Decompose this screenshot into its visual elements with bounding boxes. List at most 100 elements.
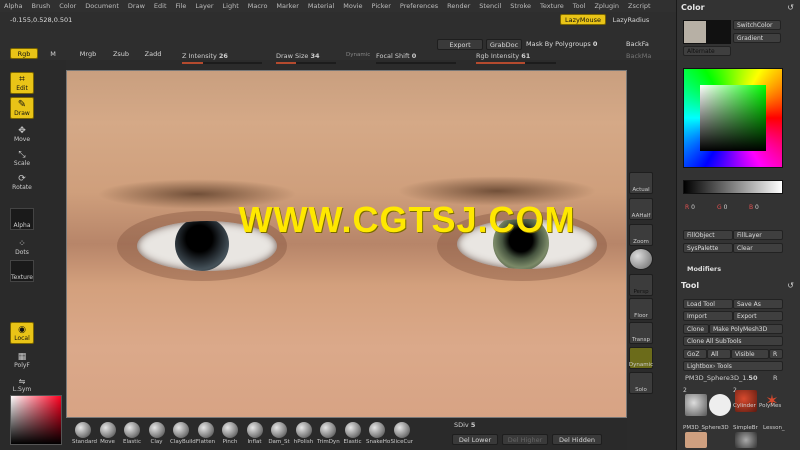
- alternate-button[interactable]: Alternate: [683, 46, 731, 56]
- all-button[interactable]: All: [707, 349, 731, 359]
- brush-inflat[interactable]: Inflat: [244, 422, 266, 445]
- sphere-thumbnail[interactable]: [685, 394, 707, 416]
- syspalette-button[interactable]: SysPalette: [683, 243, 733, 253]
- eye-thumbnail[interactable]: [709, 394, 731, 416]
- m-toggle[interactable]: M: [40, 48, 66, 59]
- lsym-button[interactable]: ⇋ L.Sym: [10, 372, 34, 394]
- del-hidden-button[interactable]: Del Hidden: [552, 434, 602, 445]
- clear-button[interactable]: Clear: [733, 243, 783, 253]
- save-as-button[interactable]: Save As: [733, 299, 783, 309]
- current-tool-r-button[interactable]: R: [773, 374, 778, 382]
- move-sphere-icon[interactable]: [629, 248, 653, 270]
- secondary-color-swatch[interactable]: [707, 20, 731, 44]
- menu-item-brush[interactable]: Brush: [31, 2, 50, 10]
- visible-button[interactable]: Visible: [731, 349, 769, 359]
- menu-item-light[interactable]: Light: [223, 2, 239, 10]
- tool-export-button[interactable]: Export: [733, 311, 783, 321]
- menu-item-edit[interactable]: Edit: [154, 2, 167, 10]
- mrgb-toggle[interactable]: Mrgb: [75, 48, 101, 59]
- filllayer-button[interactable]: FillLayer: [733, 230, 783, 240]
- gradient-button[interactable]: Gradient: [733, 33, 781, 43]
- z-intensity-slider[interactable]: Z Intensity 26: [182, 52, 262, 64]
- fillobject-button[interactable]: FillObject: [683, 230, 733, 240]
- menu-item-material[interactable]: Material: [308, 2, 334, 10]
- draw-size-slider[interactable]: Draw Size 34: [276, 52, 336, 64]
- menu-item-file[interactable]: File: [176, 2, 187, 10]
- del-lower-button[interactable]: Del Lower: [452, 434, 498, 445]
- saturation-value-square[interactable]: [700, 85, 766, 151]
- local-symmetry-button[interactable]: ◉ Local: [10, 322, 34, 344]
- main-color-swatch[interactable]: [683, 20, 707, 44]
- make-polymesh-button[interactable]: Make PolyMesh3D: [709, 324, 783, 334]
- menu-item-movie[interactable]: Movie: [343, 2, 362, 10]
- brush-clay[interactable]: Clay: [146, 422, 168, 445]
- brush-flatten[interactable]: Flatten: [195, 422, 217, 445]
- clone-all-subtools-button[interactable]: Clone All SubTools: [683, 336, 783, 346]
- current-tool-slider[interactable]: PM3D_Sphere3D_1.50: [685, 374, 757, 382]
- lazymouse-button[interactable]: LazyMouse: [560, 14, 606, 25]
- rgb-intensity-slider[interactable]: Rgb Intensity 61: [476, 52, 556, 64]
- lazyradius-slider[interactable]: LazyRadius: [608, 14, 654, 25]
- polyframe-button[interactable]: ▦ PolyF: [10, 348, 34, 370]
- move-button[interactable]: ✥ Move: [10, 122, 34, 144]
- g-slider[interactable]: G 0: [717, 204, 727, 211]
- edit-button[interactable]: ⌗ Edit: [10, 72, 34, 94]
- clone-button[interactable]: Clone: [683, 324, 709, 334]
- brush-claybuild[interactable]: ClayBuild: [170, 422, 196, 445]
- export-button[interactable]: Export: [437, 39, 483, 50]
- menu-item-texture[interactable]: Texture: [540, 2, 564, 10]
- menu-item-document[interactable]: Document: [85, 2, 119, 10]
- menu-item-layer[interactable]: Layer: [195, 2, 213, 10]
- b-slider[interactable]: B 0: [749, 204, 759, 211]
- dynamic-toggle[interactable]: Dynamic: [346, 52, 370, 58]
- persp-button[interactable]: Persp: [629, 274, 653, 296]
- document-canvas[interactable]: WWW.CGTSJ.COM: [66, 70, 627, 418]
- draw-button[interactable]: ✎ Draw: [10, 97, 34, 119]
- mini-color-picker[interactable]: [10, 395, 62, 445]
- menu-item-stencil[interactable]: Stencil: [479, 2, 501, 10]
- menu-item-picker[interactable]: Picker: [372, 2, 391, 10]
- menu-item-preferences[interactable]: Preferences: [400, 2, 438, 10]
- backmask-button[interactable]: BackMa: [626, 52, 651, 60]
- r-slider[interactable]: R 0: [685, 204, 695, 211]
- alpha-selector[interactable]: Alpha: [10, 208, 34, 230]
- brush-dam-st[interactable]: Dam_St: [268, 422, 290, 445]
- menu-item-alpha[interactable]: Alpha: [4, 2, 22, 10]
- menu-item-stroke[interactable]: Stroke: [510, 2, 531, 10]
- menu-item-zplugin[interactable]: Zplugin: [594, 2, 619, 10]
- load-tool-button[interactable]: Load Tool: [683, 299, 733, 309]
- import-button[interactable]: Import: [683, 311, 733, 321]
- del-higher-button[interactable]: Del Higher: [502, 434, 548, 445]
- sdiv-slider[interactable]: SDiv 5: [454, 421, 475, 429]
- rgb-toggle[interactable]: Rgb: [10, 48, 38, 59]
- floor-button[interactable]: Floor: [629, 298, 653, 320]
- face-thumbnail[interactable]: [685, 432, 707, 448]
- solo-button[interactable]: Solo: [629, 372, 653, 394]
- menu-item-render[interactable]: Render: [447, 2, 470, 10]
- mask-polygroups-slider[interactable]: Mask By Polygroups 0: [526, 40, 597, 48]
- brush-standard[interactable]: Standard: [72, 422, 97, 445]
- simplebrush-thumbnail[interactable]: [735, 432, 757, 448]
- menu-item-marker[interactable]: Marker: [276, 2, 298, 10]
- hue-wheel[interactable]: [683, 68, 783, 168]
- goz-button[interactable]: GoZ: [683, 349, 707, 359]
- brush-elastic[interactable]: Elastic: [121, 422, 143, 445]
- actual-button[interactable]: Actual: [629, 172, 653, 194]
- goz-r-button[interactable]: R: [769, 349, 783, 359]
- backface-button[interactable]: BackFa: [626, 40, 649, 48]
- texture-selector[interactable]: Texture: [10, 260, 34, 282]
- brush-hpolish[interactable]: hPolish: [293, 422, 315, 445]
- brush-snakeho[interactable]: SnakeHo: [366, 422, 390, 445]
- color-panel-reset-icon[interactable]: ↺: [787, 3, 794, 12]
- menu-item-macro[interactable]: Macro: [248, 2, 268, 10]
- brush-elastic[interactable]: Elastic: [342, 422, 364, 445]
- zoom-button[interactable]: Zoom: [629, 224, 653, 246]
- lightbox-tools-button[interactable]: Lightbox› Tools: [683, 361, 783, 371]
- brush-move[interactable]: Move: [97, 422, 119, 445]
- menu-item-draw[interactable]: Draw: [128, 2, 145, 10]
- brush-pinch[interactable]: Pinch: [219, 422, 241, 445]
- rotate-button[interactable]: ⟳ Rotate: [10, 170, 34, 192]
- brush-trimdyn[interactable]: TrimDyn: [317, 422, 340, 445]
- menu-item-tool[interactable]: Tool: [573, 2, 586, 10]
- brush-slicecur[interactable]: SliceCur: [391, 422, 413, 445]
